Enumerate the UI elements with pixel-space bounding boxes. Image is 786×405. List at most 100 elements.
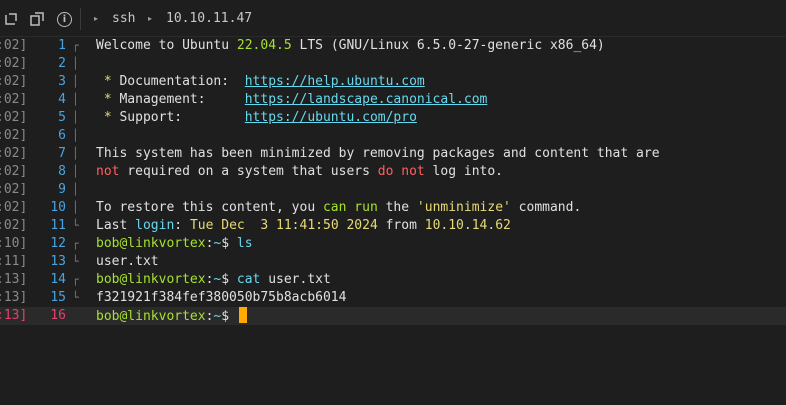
timestamp: :02] — [0, 146, 28, 161]
line-number: 6 — [58, 128, 66, 143]
line-number: 7 — [58, 146, 66, 161]
text-segment: can run — [322, 200, 378, 215]
breadcrumb-protocol[interactable]: ssh — [112, 11, 135, 26]
terminal-line: :02] 2 │ — [0, 55, 786, 73]
text-segment: * — [96, 110, 120, 125]
line-content: * Documentation: https://help.ubuntu.com — [96, 73, 425, 91]
timestamp: :13] — [0, 290, 28, 305]
duplicate-tab-icon[interactable] — [30, 12, 44, 26]
terminal-line: :10] 12 ┌ bob@linkvortex:~$ ls — [0, 235, 786, 253]
fold-guide: │ — [72, 165, 79, 178]
breadcrumb-arrow-icon: ▸ — [94, 14, 99, 23]
text-segment: : — [174, 218, 190, 233]
timestamp: :02] — [0, 200, 28, 215]
text-segment: bob@linkvortex — [96, 272, 206, 287]
text-segment: This system has been minimized by removi… — [96, 146, 660, 161]
text-segment: To restore this content, you — [96, 200, 323, 215]
line-number: 16 — [50, 308, 66, 323]
text-segment: 'unminimize' — [416, 200, 511, 215]
line-content: bob@linkvortex:~$ ls — [96, 235, 253, 253]
terminal-line: :02] 8 │ not required on a system that user… — [0, 163, 786, 181]
url-link[interactable]: https://landscape.canonical.com — [245, 92, 488, 107]
line-number: 13 — [50, 254, 66, 269]
terminal-toolbar: i ▸ ssh ▸ 10.10.11.47 — [0, 0, 786, 37]
fold-guide: └ — [72, 219, 79, 232]
timestamp: :02] — [0, 74, 28, 89]
text-segment: user.txt — [96, 254, 159, 269]
reconnect-icon[interactable] — [4, 12, 18, 26]
line-number: 12 — [50, 236, 66, 251]
fold-guide: ┌ — [72, 39, 79, 52]
line-content: user.txt — [96, 253, 159, 271]
timestamp: :02] — [0, 110, 28, 125]
fold-guide: │ — [72, 183, 79, 196]
text-segment: log into. — [424, 164, 504, 179]
line-number: 1 — [58, 38, 66, 53]
line-number: 10 — [50, 200, 66, 215]
line-content: * Support: https://ubuntu.com/pro — [96, 109, 417, 127]
terminal-line: :02] 9 │ — [0, 181, 786, 199]
text-segment: not — [96, 164, 120, 179]
text-segment: Support: — [119, 110, 245, 125]
text-segment: Tue Dec 3 11:41:50 2024 — [189, 218, 378, 233]
terminal-line: :13] 15 └ f321921f384fef380050b75b8acb6014 — [0, 289, 786, 307]
text-segment: command. — [510, 200, 582, 215]
text-segment: cat — [236, 272, 261, 287]
breadcrumb-arrow-icon: ▸ — [148, 14, 153, 23]
url-link[interactable]: https://help.ubuntu.com — [245, 74, 425, 89]
terminal-output[interactable]: :02] 1 ┌ Welcome to Ubuntu 22.04.5 LTS (GNU… — [0, 37, 786, 325]
text-segment: $ — [221, 309, 237, 324]
timestamp: :13] — [0, 308, 28, 323]
fold-guide: │ — [72, 201, 79, 214]
timestamp: :10] — [0, 236, 28, 251]
terminal-line: :13] 16 bob@linkvortex:~$ — [0, 307, 786, 325]
text-segment: bob@linkvortex — [96, 236, 206, 251]
line-content: To restore this content, you can run the… — [96, 199, 581, 217]
timestamp: :02] — [0, 38, 28, 53]
terminal-line: :02] 4 │ * Management: https://landscape.c… — [0, 91, 786, 109]
fold-guide: ┌ — [72, 237, 79, 250]
line-content: * Management: https://landscape.canonica… — [96, 91, 488, 109]
text-segment: user.txt — [260, 272, 331, 287]
text-segment: $ — [221, 272, 237, 287]
terminal-line: :02] 5 │ * Support: https://ubuntu.com/pro — [0, 109, 786, 127]
line-number: 9 — [58, 182, 66, 197]
text-segment: login — [135, 218, 175, 233]
text-segment: from — [377, 218, 425, 233]
text-segment: f321921f384fef380050b75b8acb6014 — [96, 290, 347, 305]
fold-guide: └ — [72, 255, 79, 268]
terminal-line: :11] 13 └ user.txt — [0, 253, 786, 271]
terminal-line: :02] 6 │ — [0, 127, 786, 145]
text-segment: Management: — [119, 92, 245, 107]
text-segment: $ — [221, 236, 237, 251]
timestamp: :13] — [0, 272, 28, 287]
text-segment: ls — [236, 236, 253, 251]
line-content: Last login: Tue Dec 3 11:41:50 2024 from… — [96, 217, 511, 235]
line-content: f321921f384fef380050b75b8acb6014 — [96, 289, 346, 307]
fold-guide: │ — [72, 129, 79, 142]
text-segment: do not — [377, 164, 425, 179]
text-segment: the — [377, 200, 417, 215]
text-segment: bob@linkvortex — [96, 309, 206, 324]
text-segment: 10.10.14.62 — [424, 218, 511, 233]
info-icon[interactable]: i — [57, 12, 72, 27]
line-number: 11 — [50, 218, 66, 233]
text-segment: * — [96, 74, 120, 89]
line-number: 3 — [58, 74, 66, 89]
terminal-line: :13] 14 ┌ bob@linkvortex:~$ cat user.txt — [0, 271, 786, 289]
line-content: bob@linkvortex:~$ cat user.txt — [96, 271, 331, 289]
line-number: 5 — [58, 110, 66, 125]
url-link[interactable]: https://ubuntu.com/pro — [245, 110, 417, 125]
breadcrumb-host[interactable]: 10.10.11.47 — [166, 11, 252, 26]
fold-guide: │ — [72, 93, 79, 106]
text-segment: Last — [96, 218, 136, 233]
timestamp: :11] — [0, 254, 28, 269]
fold-guide: │ — [72, 57, 79, 70]
line-number: 15 — [50, 290, 66, 305]
timestamp: :02] — [0, 218, 28, 233]
line-content: Welcome to Ubuntu 22.04.5 LTS (GNU/Linux… — [96, 37, 605, 55]
terminal-line: :02] 10 │ To restore this content, you can … — [0, 199, 786, 217]
fold-guide: │ — [72, 111, 79, 124]
fold-guide: │ — [72, 75, 79, 88]
line-number: 14 — [50, 272, 66, 287]
